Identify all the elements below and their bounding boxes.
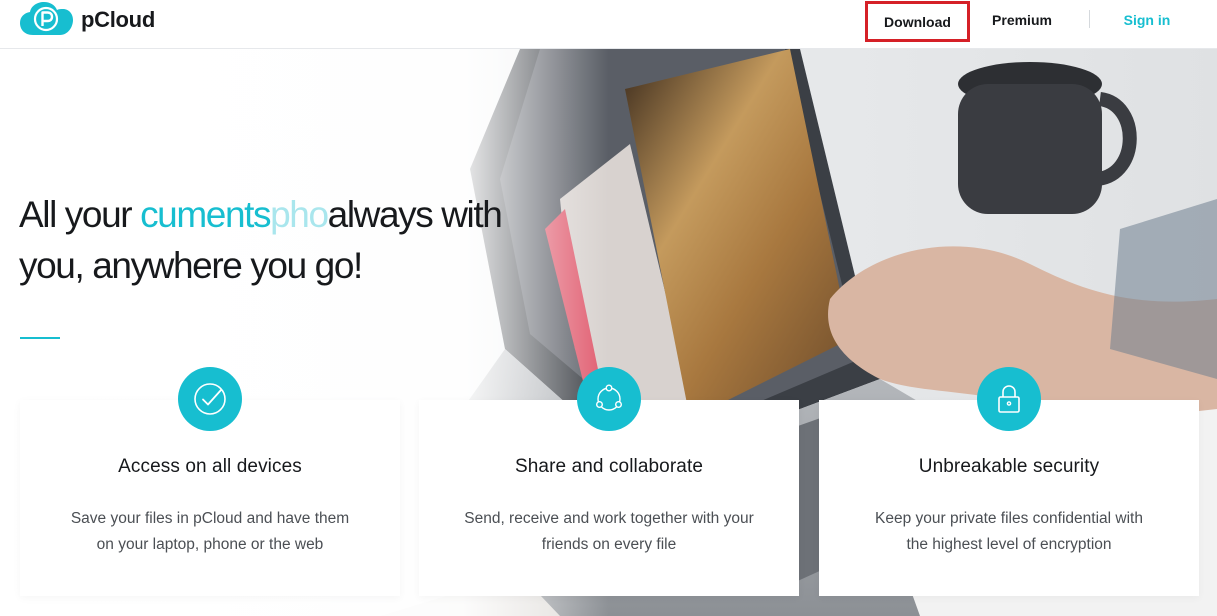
nav-divider: [1089, 10, 1090, 28]
download-link[interactable]: Download: [865, 1, 970, 42]
headline-line2: you, anywhere you go!: [19, 245, 363, 286]
sign-in-link[interactable]: Sign in: [1114, 0, 1180, 40]
headline-animated-word-faded: pho: [270, 194, 329, 235]
feature-description: Save your files in pCloud and have them …: [50, 506, 370, 558]
share-network-icon: [577, 367, 641, 431]
check-circle-icon: [178, 367, 242, 431]
hero-headline: All your cumentsphoalways with you, anywh…: [19, 189, 519, 291]
top-navigation-bar: pCloud Download Premium Sign in: [0, 0, 1217, 49]
premium-link[interactable]: Premium: [980, 0, 1064, 40]
feature-description-line: Send, receive and work together with you…: [464, 510, 754, 527]
feature-card-share: Share and collaborate Send, receive and …: [419, 367, 799, 596]
feature-card-access: Access on all devices Save your files in…: [20, 367, 400, 596]
feature-description-line: Keep your private files confidential wit…: [875, 510, 1143, 527]
feature-title: Unbreakable security: [918, 456, 1100, 477]
brand-name: pCloud: [81, 7, 155, 32]
feature-description-line: the highest level of encryption: [906, 536, 1112, 553]
feature-description-line: Save your files in pCloud and have them: [70, 510, 350, 527]
hero-section: All your cumentsphoalways with you, anywh…: [0, 49, 1217, 616]
lock-icon: [977, 367, 1041, 431]
feature-title: Access on all devices: [118, 456, 302, 477]
headline-accent-line: [20, 337, 60, 339]
feature-description-line: friends on every file: [541, 536, 677, 553]
headline-line1-rest: always with: [327, 194, 503, 235]
pcloud-logo[interactable]: pCloud: [19, 2, 155, 38]
feature-title: Share and collaborate: [514, 456, 703, 477]
headline-animated-word: cuments: [140, 194, 271, 235]
feature-description: Keep your private files confidential wit…: [849, 506, 1169, 558]
feature-description-line: on your laptop, phone or the web: [96, 536, 324, 553]
feature-card-security: Unbreakable security Keep your private f…: [819, 367, 1199, 596]
headline-start: All your: [19, 194, 141, 235]
feature-description: Send, receive and work together with you…: [449, 506, 769, 558]
pcloud-cloud-icon: [20, 2, 73, 35]
